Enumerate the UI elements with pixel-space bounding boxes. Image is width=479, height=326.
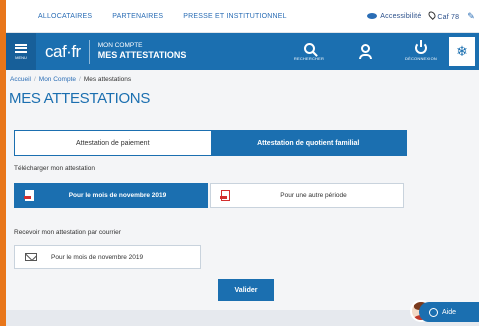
option-other-period[interactable]: Pour une autre période	[210, 183, 404, 208]
breadcrumb-account[interactable]: Mon Compte	[39, 76, 76, 83]
breadcrumb-current: Mes attestations	[83, 76, 132, 83]
pdf-icon	[220, 190, 230, 201]
link-presse[interactable]: PRESSE ET INSTITUTIONNEL	[183, 13, 286, 20]
header-divider	[88, 39, 90, 64]
link-partenaires[interactable]: PARTENAIRES	[112, 13, 163, 20]
download-label: Télécharger mon attestation	[14, 165, 95, 172]
mail-label: Recevoir mon attestation par courrier	[14, 229, 121, 236]
breadcrumb: Accueil / Mon Compte / Mes attestations	[10, 76, 132, 83]
caf-logo[interactable]: caf·fr	[45, 42, 81, 62]
snowflake-icon[interactable]: ❄	[449, 37, 475, 66]
tab-payment[interactable]: Attestation de paiement	[15, 131, 211, 155]
tab-family-quotient[interactable]: Attestation de quotient familial	[210, 131, 406, 155]
location-pin-icon	[427, 10, 438, 20]
user-icon	[360, 44, 370, 53]
page-title: MES ATTESTATIONS	[9, 90, 151, 107]
download-options: Pour le mois de novembre 2019 Pour une a…	[14, 183, 404, 208]
header-titles: MON COMPTE MES ATTESTATIONS	[97, 42, 187, 60]
link-allocataires[interactable]: ALLOCATAIRES	[38, 13, 92, 20]
option-november-2019[interactable]: Pour le mois de novembre 2019	[14, 183, 208, 208]
help-button[interactable]: Aide	[419, 302, 479, 322]
validate-button[interactable]: Valider	[218, 279, 274, 301]
hamburger-icon	[15, 43, 27, 53]
page-frame: ALLOCATAIRES PARTENAIRES PRESSE ET INSTI…	[6, 0, 479, 326]
logout-button[interactable]: DÉCONNEXION	[393, 33, 449, 70]
pencil-icon[interactable]: ✎	[467, 11, 475, 22]
mail-option-november-2019[interactable]: Pour le mois de novembre 2019	[14, 245, 201, 269]
footer-strip	[6, 310, 479, 326]
eye-icon	[367, 12, 378, 19]
search-icon	[303, 42, 315, 54]
pdf-icon	[24, 190, 34, 201]
utility-bar: ALLOCATAIRES PARTENAIRES PRESSE ET INSTI…	[6, 0, 479, 33]
attestation-tabs: Attestation de paiement Attestation de q…	[14, 130, 407, 156]
breadcrumb-home[interactable]: Accueil	[10, 76, 31, 83]
caf-location-link[interactable]: Caf 78	[427, 10, 459, 21]
power-icon	[415, 40, 427, 54]
accessibility-link[interactable]: Accessibilité	[367, 13, 421, 20]
envelope-icon	[25, 253, 37, 261]
search-button[interactable]: RECHERCHER	[281, 33, 337, 70]
account-button[interactable]	[337, 33, 393, 70]
help-icon	[429, 307, 438, 317]
menu-button[interactable]: MENU	[6, 33, 36, 70]
main-header: MENU caf·fr MON COMPTE MES ATTESTATIONS …	[6, 33, 479, 70]
